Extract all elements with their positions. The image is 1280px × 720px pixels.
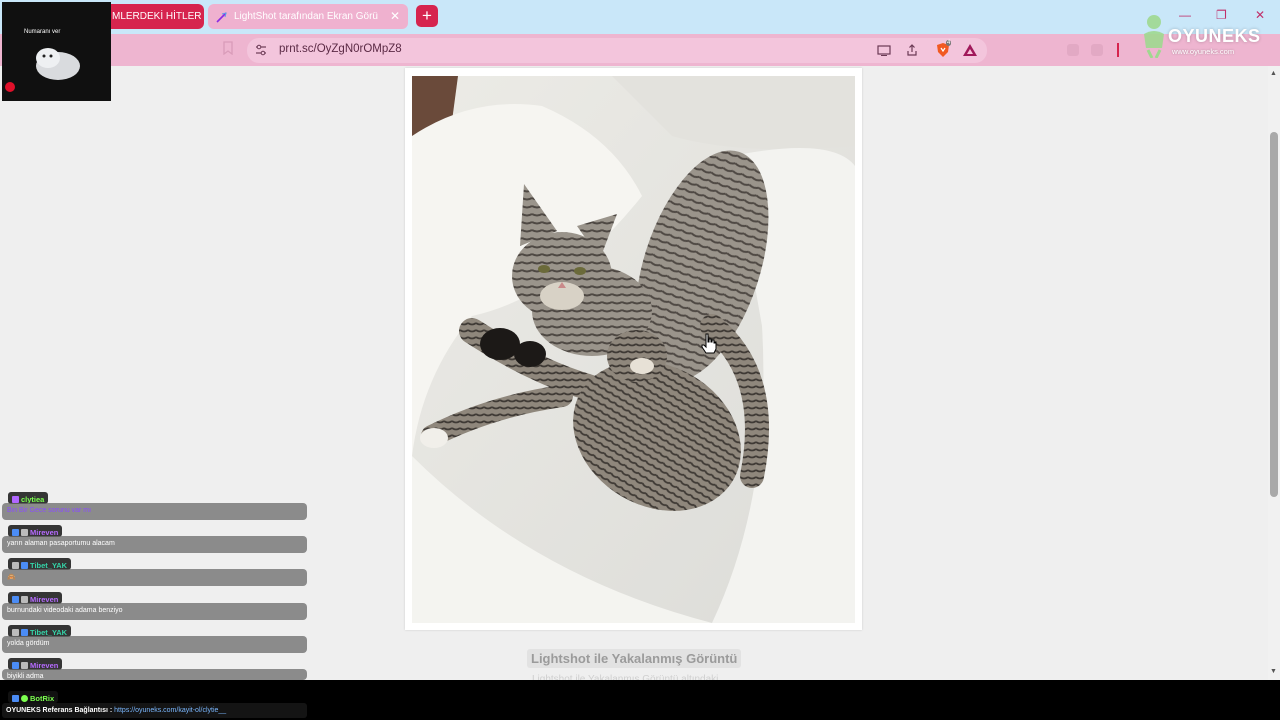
scroll-up-icon[interactable]: ▲ [1270, 70, 1277, 77]
chat-message: Bin Bir Gece sorunu var mı [2, 503, 307, 520]
webcam-label: Numaranı ver [24, 29, 61, 35]
gift-badge-icon [21, 528, 28, 536]
gift-badge-icon [12, 628, 19, 636]
brave-rewards-icon[interactable] [962, 42, 978, 58]
new-tab-button[interactable]: + [416, 5, 438, 27]
sub-badge-icon [12, 528, 19, 536]
bot-badge-icon [21, 694, 28, 702]
verified-badge-icon [12, 694, 19, 702]
sub-badge-icon [12, 661, 19, 669]
watermark-url: www.oyuneks.com [1172, 47, 1235, 56]
sub-badge-icon [21, 628, 28, 636]
extension-icon[interactable] [1067, 44, 1079, 56]
hand-cursor-icon [701, 333, 717, 355]
chat-message: burnundaki videodaki adama benziyo [2, 603, 307, 620]
referral-message: OYUNEKS Referans Bağlantısı : https://oy… [2, 703, 307, 718]
gift-badge-icon [21, 595, 28, 603]
chat-message: yarın alaman pasaportumu alacam [2, 536, 307, 553]
gift-badge-icon [12, 561, 19, 569]
share-icon[interactable] [905, 43, 919, 57]
tab-label: MLERDEKİ HİTLER [112, 11, 202, 22]
gift-badge-icon [21, 661, 28, 669]
scroll-down-icon[interactable]: ▼ [1270, 668, 1277, 675]
referral-label: OYUNEKS Referans Bağlantısı : [6, 707, 115, 714]
tab-lightshot[interactable]: LightShot tarafından Ekran Görü ✕ [208, 4, 408, 29]
tab-close-icon[interactable]: ✕ [390, 9, 400, 23]
sub-badge-icon [12, 595, 19, 603]
site-settings-icon[interactable] [254, 43, 268, 57]
tab-label: LightShot tarafından Ekran Görü [234, 11, 378, 22]
cat-photo [412, 76, 855, 623]
toolbar-separator [1117, 43, 1119, 57]
extension-icon[interactable] [1091, 44, 1103, 56]
cast-icon[interactable] [877, 43, 891, 57]
watermark-title: OYUNEKS [1168, 26, 1261, 46]
lightshot-feather-icon [216, 11, 228, 23]
scrollbar-thumb[interactable] [1270, 132, 1278, 497]
dog-image [26, 40, 86, 84]
sub-badge-icon [12, 495, 19, 503]
chat-username: BotRix [8, 691, 59, 703]
referral-link[interactable]: https://oyuneks.com/kayit-ol/clytie__ [114, 707, 226, 714]
bookmark-icon[interactable] [222, 41, 234, 56]
chat-message: biyikli adma [2, 669, 307, 680]
chat-message: 🙈 [2, 569, 307, 586]
url-text[interactable]: prnt.sc/OyZgN0rOMpZ8 [279, 43, 402, 55]
tab-hitler[interactable]: MLERDEKİ HİTLER [104, 4, 204, 29]
image-caption: Lightshot ile Yakalanmış Görüntü [527, 649, 742, 668]
chat-message: yolda gördüm [2, 636, 307, 653]
sub-badge-icon [21, 561, 28, 569]
record-indicator [5, 82, 15, 92]
webcam-overlay: Numaranı ver [2, 2, 111, 101]
